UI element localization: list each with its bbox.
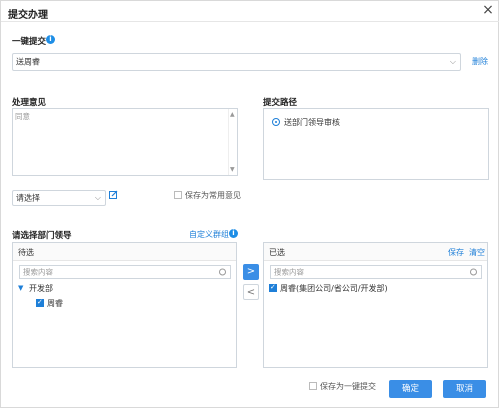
tree-person-label[interactable]: 周睿 [47,298,63,309]
selected-item-label[interactable]: 周睿(集团公司/省公司/开发部) [280,283,388,294]
quick-submit-select[interactable]: 送周睿 ⌵ [12,53,461,71]
clear-selected-link[interactable]: 清空 [469,247,485,258]
save-common-label: 保存为常用意见 [185,191,241,200]
tree-node-dept[interactable]: 开发部 [29,283,53,294]
move-right-button[interactable]: > [243,264,259,280]
title-divider [1,21,499,22]
selected-search-input[interactable]: 搜索内容 [270,265,482,279]
selected-title: 已选 [269,248,285,257]
pending-search-placeholder: 搜索内容 [23,267,53,277]
dialog-title: 提交办理 [8,10,48,21]
common-opinion-select[interactable]: 请选择 ⌵ [12,190,106,206]
move-left-button[interactable]: < [243,284,259,300]
save-quick-checkbox[interactable] [309,382,317,390]
selected-search-placeholder: 搜索内容 [274,267,304,277]
delete-link[interactable]: 删除 [472,56,488,67]
scroll-up-icon: ▲ [230,111,235,118]
custom-group-link[interactable]: 自定义群组 [189,229,229,240]
cancel-button[interactable]: 取消 [443,380,486,398]
search-icon [219,268,226,276]
opinion-text: 同意 [15,112,30,121]
pending-panel-header: 待选 [13,243,236,261]
selected-panel: 已选 保存 清空 搜索内容 周睿(集团公司/省公司/开发部) [263,242,488,368]
selected-panel-header: 已选 保存 清空 [264,243,487,261]
close-icon[interactable]: × [481,3,495,17]
tree-person-checkbox[interactable] [36,298,44,307]
save-common-checkbox[interactable] [174,191,182,199]
path-radio[interactable] [272,118,280,126]
chevron-down-icon: ⌵ [449,57,456,66]
expand-icon[interactable]: ▼ [18,284,23,292]
pending-panel: 待选 搜索内容 ▼ 开发部 周睿 [12,242,237,368]
info-icon[interactable]: i [46,35,55,44]
save-quick-label: 保存为一键提交 [320,382,376,391]
pending-title: 待选 [18,248,34,257]
path-label: 提交路径 [263,98,298,108]
selected-item-checkbox[interactable] [269,283,277,292]
submit-dialog: 提交办理 × 一键提交 i 送周睿 ⌵ 删除 处理意见 同意 ▲ ▼ 请选择 ⌵… [0,0,499,408]
save-selected-link[interactable]: 保存 [448,247,464,258]
info-icon[interactable]: i [229,229,238,238]
opinion-textarea[interactable]: 同意 ▲ ▼ [12,108,238,176]
scroll-down-icon: ▼ [230,166,235,173]
leaders-label: 请选择部门领导 [12,231,72,241]
textarea-scrollbar[interactable]: ▲ ▼ [228,109,237,175]
quick-submit-value: 送周睿 [16,57,40,67]
common-opinion-placeholder: 请选择 [16,193,40,203]
search-icon [470,268,477,276]
path-box: 送部门领导审核 [263,108,489,180]
quick-submit-label: 一键提交 [12,37,47,47]
confirm-button[interactable]: 确定 [389,380,432,398]
edit-icon[interactable] [109,190,118,199]
path-option-label[interactable]: 送部门领导审核 [284,117,340,128]
pending-search-input[interactable]: 搜索内容 [19,265,231,279]
opinion-label: 处理意见 [12,98,47,108]
chevron-down-icon: ⌵ [94,193,101,202]
